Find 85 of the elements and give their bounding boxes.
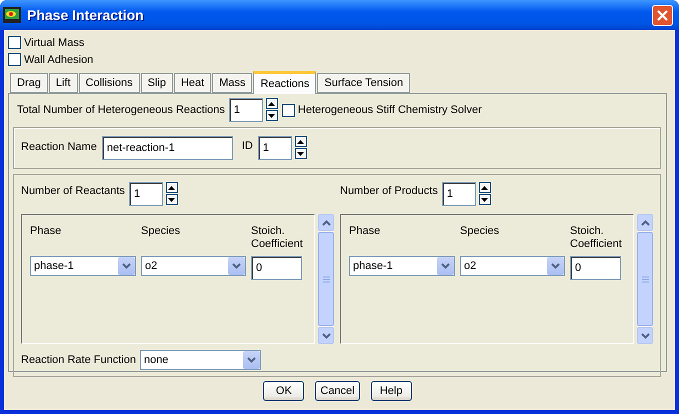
field-label: Total Number of Heterogeneous Reactions [17, 104, 225, 116]
dialog-button[interactable]: Help [370, 381, 412, 401]
number-field[interactable]: 1 [258, 136, 292, 160]
checkbox-label: Wall Adhesion [24, 54, 94, 66]
tab[interactable]: Mass [212, 73, 252, 93]
dropdown-button[interactable] [118, 257, 135, 275]
dropdown[interactable]: phase-1 [349, 256, 455, 276]
text-field[interactable]: net-reaction-1 [102, 136, 233, 160]
app-icon [3, 7, 21, 23]
scroll-down-button[interactable] [318, 327, 334, 344]
checkbox-label: Heterogeneous Stiff Chemistry Solver [298, 104, 482, 116]
close-icon [657, 10, 668, 20]
number-field[interactable]: 1 [228, 98, 263, 122]
tab[interactable]: Lift [48, 73, 78, 93]
scrollbar[interactable] [637, 214, 653, 344]
grip-icon [642, 276, 648, 282]
scroll-thumb[interactable] [637, 232, 653, 326]
tab[interactable]: Collisions [78, 73, 140, 93]
chevron-icon [322, 220, 330, 226]
field-label: Number of Products [340, 185, 438, 197]
scroll-up-button[interactable] [318, 214, 334, 231]
up-arrow-icon [268, 102, 276, 106]
increment-button[interactable] [266, 98, 278, 109]
up-arrow-icon [297, 140, 304, 144]
column-header: Stoich. Coefficient [251, 225, 304, 251]
down-arrow-icon [268, 114, 276, 118]
coefficient-field[interactable]: 0 [570, 256, 621, 280]
scroll-up-button[interactable] [637, 214, 653, 231]
chevron-icon [441, 263, 450, 269]
dialog-button[interactable]: OK [263, 381, 304, 401]
decrement-button[interactable] [166, 194, 178, 205]
decrement-button[interactable] [478, 194, 491, 205]
chevron-icon [322, 332, 330, 338]
checkbox-label: Virtual Mass [24, 36, 84, 48]
field-label: ID [242, 140, 253, 152]
column-header: Stoich. Coefficient [570, 225, 623, 251]
number-field[interactable]: 1 [128, 182, 163, 206]
column-header: Phase [30, 225, 62, 239]
dialog-button[interactable]: Cancel [315, 381, 360, 401]
number-field[interactable]: 1 [442, 182, 476, 206]
chevron-icon [640, 220, 650, 226]
window-title: Phase Interaction [27, 7, 145, 23]
field-label: Reaction Rate Function [21, 354, 136, 366]
field-label: Reaction Name [21, 141, 97, 153]
tab[interactable]: Heat [174, 73, 212, 93]
checkbox[interactable] [8, 53, 21, 66]
chevron-icon [551, 263, 560, 269]
increment-button[interactable] [294, 136, 307, 147]
tab[interactable]: Drag [10, 73, 48, 93]
tab[interactable]: Reactions [253, 71, 316, 94]
decrement-button[interactable] [266, 110, 278, 121]
up-arrow-icon [168, 186, 176, 190]
down-arrow-icon [168, 198, 176, 202]
down-arrow-icon [481, 198, 488, 202]
dropdown[interactable]: phase-1 [30, 256, 136, 276]
chevron-icon [640, 332, 650, 338]
scroll-down-button[interactable] [637, 327, 653, 344]
dropdown[interactable]: o2 [460, 256, 565, 276]
dropdown-button[interactable] [242, 351, 260, 369]
chevron-icon [122, 263, 131, 269]
checkbox[interactable] [282, 104, 295, 116]
tab[interactable]: Surface Tension [317, 73, 410, 93]
close-button[interactable] [652, 4, 673, 26]
checkbox[interactable] [8, 36, 21, 49]
column-header: Species [141, 225, 182, 239]
decrement-button[interactable] [294, 148, 307, 159]
dropdown[interactable]: o2 [141, 256, 246, 276]
increment-button[interactable] [166, 182, 178, 193]
increment-button[interactable] [478, 182, 491, 193]
tab[interactable]: Slip [140, 73, 173, 93]
column-header: Phase [349, 225, 382, 239]
chevron-icon [232, 263, 241, 269]
scroll-thumb[interactable] [318, 232, 334, 326]
dropdown-button[interactable] [437, 257, 454, 275]
dropdown-button[interactable] [547, 257, 564, 275]
dropdown[interactable]: none [140, 350, 261, 370]
up-arrow-icon [481, 186, 488, 190]
column-header: Species [460, 225, 500, 239]
down-arrow-icon [297, 152, 304, 156]
scrollbar[interactable] [318, 214, 334, 344]
chevron-icon [246, 357, 256, 363]
dropdown-button[interactable] [228, 257, 245, 275]
field-label: Number of Reactants [21, 185, 125, 197]
grip-icon [322, 276, 330, 282]
coefficient-field[interactable]: 0 [251, 256, 302, 280]
